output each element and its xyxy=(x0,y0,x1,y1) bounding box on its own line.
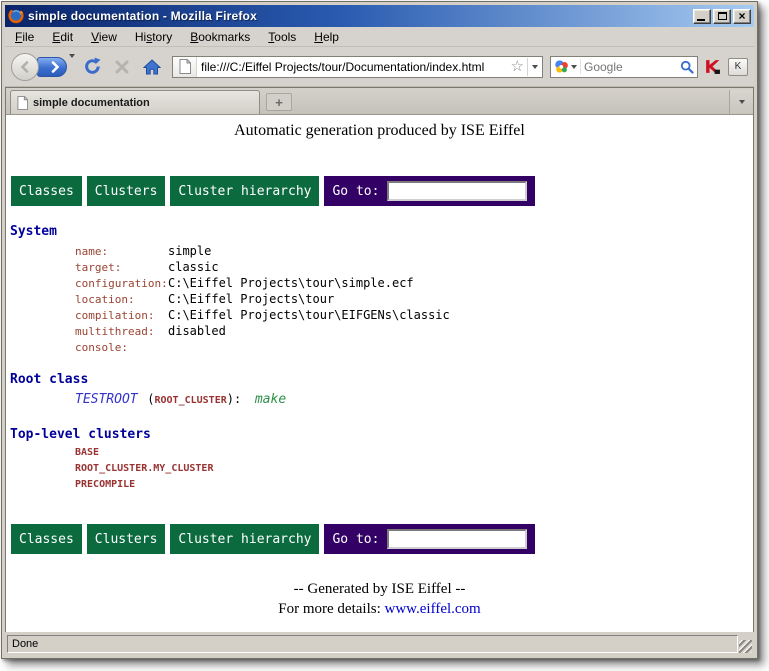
chevron-down-icon xyxy=(532,65,538,69)
browser-window: simple documentation - Mozilla Firefox ×… xyxy=(1,1,758,659)
close-button[interactable]: × xyxy=(733,9,751,24)
tab-simple-documentation[interactable]: simple documentation xyxy=(10,90,260,114)
system-heading: System xyxy=(10,224,753,239)
location-bar[interactable]: ☆ xyxy=(172,56,543,78)
system-row: name:simple xyxy=(75,242,753,258)
home-icon xyxy=(143,59,161,75)
client-area: simple documentation + Automatic generat… xyxy=(5,87,754,632)
goto-box: Go to: xyxy=(324,524,535,554)
root-cluster-ref[interactable]: ROOT_CLUSTER xyxy=(155,395,227,406)
clusters-heading: Top-level clusters xyxy=(10,427,753,442)
menu-file[interactable]: File xyxy=(6,28,43,46)
chevron-down-icon xyxy=(69,54,75,75)
doc-nav-top: Classes Clusters Cluster hierarchy Go to… xyxy=(11,176,753,206)
page-footer: -- Generated by ISE Eiffel -- For more d… xyxy=(6,579,753,619)
system-row: compilation:C:\Eiffel Projects\tour\EIFG… xyxy=(75,306,753,322)
classes-button[interactable]: Classes xyxy=(11,176,82,206)
root-feature[interactable]: make xyxy=(255,392,286,407)
menu-tools[interactable]: Tools xyxy=(259,28,305,46)
goto-input[interactable] xyxy=(387,529,527,549)
doc-nav-bottom: Classes Clusters Cluster hierarchy Go to… xyxy=(11,524,753,554)
menu-edit[interactable]: Edit xyxy=(43,28,82,46)
clusters-button[interactable]: Clusters xyxy=(87,176,166,206)
cluster-item[interactable]: BASE xyxy=(75,445,753,461)
minimize-icon xyxy=(697,19,705,21)
forward-button-group xyxy=(37,57,75,77)
eiffel-link[interactable]: www.eiffel.com xyxy=(385,601,481,617)
system-row: location:C:\Eiffel Projects\tour xyxy=(75,290,753,306)
system-rows: name:simple target:classic configuration… xyxy=(75,242,753,354)
root-class-heading: Root class xyxy=(10,372,753,387)
page-title: Automatic generation produced by ISE Eif… xyxy=(6,122,753,140)
goto-label: Go to: xyxy=(332,184,379,199)
window-title: simple documentation - Mozilla Firefox xyxy=(28,9,691,23)
goto-box: Go to: xyxy=(324,176,535,206)
tab-label: simple documentation xyxy=(33,97,150,109)
back-icon xyxy=(20,61,30,73)
goto-label: Go to: xyxy=(332,532,379,547)
google-icon xyxy=(554,59,569,74)
classes-button[interactable]: Classes xyxy=(11,524,82,554)
forward-history-dropdown[interactable] xyxy=(69,58,75,76)
url-history-dropdown[interactable] xyxy=(527,58,542,76)
reload-icon xyxy=(83,57,102,76)
back-button[interactable] xyxy=(11,53,39,81)
system-row: multithread:disabled xyxy=(75,322,753,338)
system-row: console: xyxy=(75,338,753,354)
kaspersky-icon[interactable] xyxy=(702,57,722,77)
generated-by-text: -- Generated by ISE Eiffel -- xyxy=(6,579,753,599)
bookmark-star-icon[interactable]: ☆ xyxy=(508,59,527,74)
cluster-hierarchy-button[interactable]: Cluster hierarchy xyxy=(170,524,319,554)
firefox-icon xyxy=(8,8,24,24)
status-bar: Done xyxy=(5,632,754,655)
cluster-hierarchy-button[interactable]: Cluster hierarchy xyxy=(170,176,319,206)
root-class-link[interactable]: TESTROOT xyxy=(75,392,138,407)
page-content: Automatic generation produced by ISE Eif… xyxy=(6,115,753,632)
title-bar[interactable]: simple documentation - Mozilla Firefox × xyxy=(5,5,754,27)
k-toolbar-button[interactable]: K xyxy=(728,58,748,76)
cluster-item[interactable]: PRECOMPILE xyxy=(75,477,753,493)
close-icon: × xyxy=(738,10,745,22)
tab-bar: simple documentation + xyxy=(6,88,753,115)
menu-history[interactable]: History xyxy=(126,28,181,46)
forward-button[interactable] xyxy=(37,57,67,77)
blank-page-icon xyxy=(179,59,191,74)
page-favicon[interactable] xyxy=(173,57,197,77)
menu-bar: File Edit View History Bookmarks Tools H… xyxy=(5,27,754,47)
search-engine-selector[interactable] xyxy=(551,59,581,74)
chevron-down-icon xyxy=(571,65,577,69)
forward-icon xyxy=(50,61,60,73)
stop-button[interactable] xyxy=(109,54,135,80)
reload-button[interactable] xyxy=(79,54,105,80)
search-bar[interactable] xyxy=(550,56,698,78)
search-icon xyxy=(680,60,694,74)
blank-page-icon xyxy=(17,96,28,110)
system-row: configuration:C:\Eiffel Projects\tour\si… xyxy=(75,274,753,290)
new-tab-button[interactable]: + xyxy=(266,93,292,111)
url-input[interactable] xyxy=(197,60,508,74)
maximize-icon xyxy=(718,12,727,20)
goto-input[interactable] xyxy=(387,181,527,201)
stop-icon xyxy=(115,60,129,74)
root-class-entry: TESTROOT (ROOT_CLUSTER): make xyxy=(75,390,753,409)
cluster-list: BASE ROOT_CLUSTER.MY_CLUSTER PRECOMPILE xyxy=(75,445,753,493)
status-text: Done xyxy=(7,635,738,653)
menu-help[interactable]: Help xyxy=(305,28,348,46)
search-input[interactable] xyxy=(581,60,677,74)
menu-bookmarks[interactable]: Bookmarks xyxy=(181,28,259,46)
minimize-button[interactable] xyxy=(693,9,711,24)
chevron-down-icon xyxy=(739,100,745,104)
menu-view[interactable]: View xyxy=(82,28,126,46)
resize-grip[interactable] xyxy=(739,640,752,653)
home-button[interactable] xyxy=(139,54,165,80)
cluster-item[interactable]: ROOT_CLUSTER.MY_CLUSTER xyxy=(75,461,753,477)
details-prefix: For more details: xyxy=(278,601,384,617)
system-row: target:classic xyxy=(75,258,753,274)
maximize-button[interactable] xyxy=(713,9,731,24)
list-all-tabs-button[interactable] xyxy=(729,90,753,114)
navigation-toolbar: ☆ xyxy=(5,47,754,87)
clusters-button[interactable]: Clusters xyxy=(87,524,166,554)
search-go-button[interactable] xyxy=(677,57,697,77)
